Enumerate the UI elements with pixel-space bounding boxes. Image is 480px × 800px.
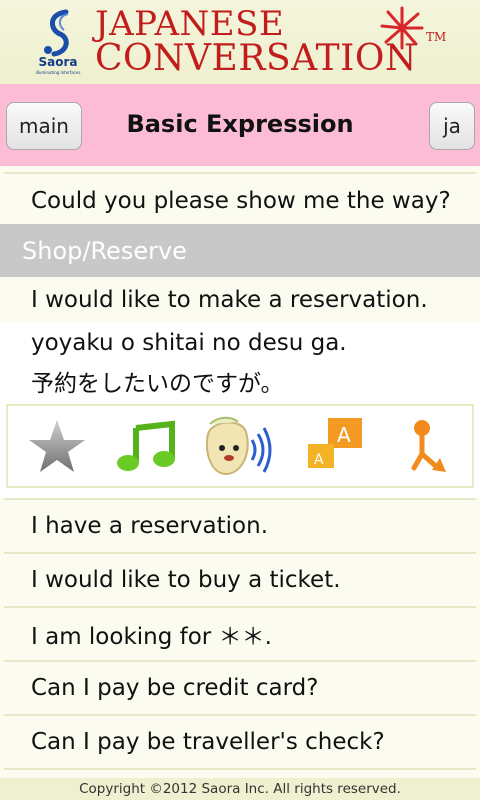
page-title: Basic Expression xyxy=(126,110,354,138)
japanese-text: 予約をしたいのですが。 xyxy=(31,371,284,397)
trademark-mark: TM xyxy=(426,30,447,44)
app-title-line2: CONVERSATION xyxy=(95,38,417,79)
list-item[interactable]: I would like to buy a ticket. xyxy=(0,554,480,606)
logo-text: Saora xyxy=(38,55,78,69)
list-item[interactable]: I have a reservation. xyxy=(0,500,480,552)
language-button[interactable]: ja xyxy=(429,102,475,150)
navigate-icon[interactable] xyxy=(392,414,458,480)
header-bar: main Basic Expression ja xyxy=(0,84,480,166)
logo-subtext: illuminating interfaces xyxy=(35,70,81,75)
phrase-detail: yoyaku o shitai no desu ga. 予約をしたいのですが。 … xyxy=(0,322,480,498)
music-note-icon[interactable] xyxy=(112,414,178,480)
list-item[interactable]: Could you please show me the way? xyxy=(0,176,480,226)
burst-icon xyxy=(380,6,424,50)
action-toolbar: A A xyxy=(6,404,474,488)
star-icon[interactable] xyxy=(24,414,90,480)
romaji-text: yoyaku o shitai no desu ga. xyxy=(31,330,347,356)
svg-text:A: A xyxy=(337,423,351,447)
translate-icon[interactable]: A A xyxy=(302,414,368,480)
copyright-footer: Copyright ©2012 Saora Inc. All rights re… xyxy=(0,778,480,800)
list-item[interactable]: Can I pay be credit card? xyxy=(0,662,480,714)
divider xyxy=(4,768,476,770)
speaker-character-icon[interactable] xyxy=(202,414,276,480)
selected-list-item[interactable]: I would like to make a reservation. xyxy=(0,277,480,323)
list-item[interactable]: I am looking for ＊＊. xyxy=(0,608,480,660)
list-item[interactable]: Can I pay be traveller's check? xyxy=(0,716,480,768)
main-button[interactable]: main xyxy=(6,102,82,150)
divider xyxy=(4,172,476,174)
svg-text:A: A xyxy=(314,452,324,468)
app-banner: Saora illuminating interfaces JAPANESE C… xyxy=(0,0,480,84)
section-header: Shop/Reserve xyxy=(0,224,480,277)
